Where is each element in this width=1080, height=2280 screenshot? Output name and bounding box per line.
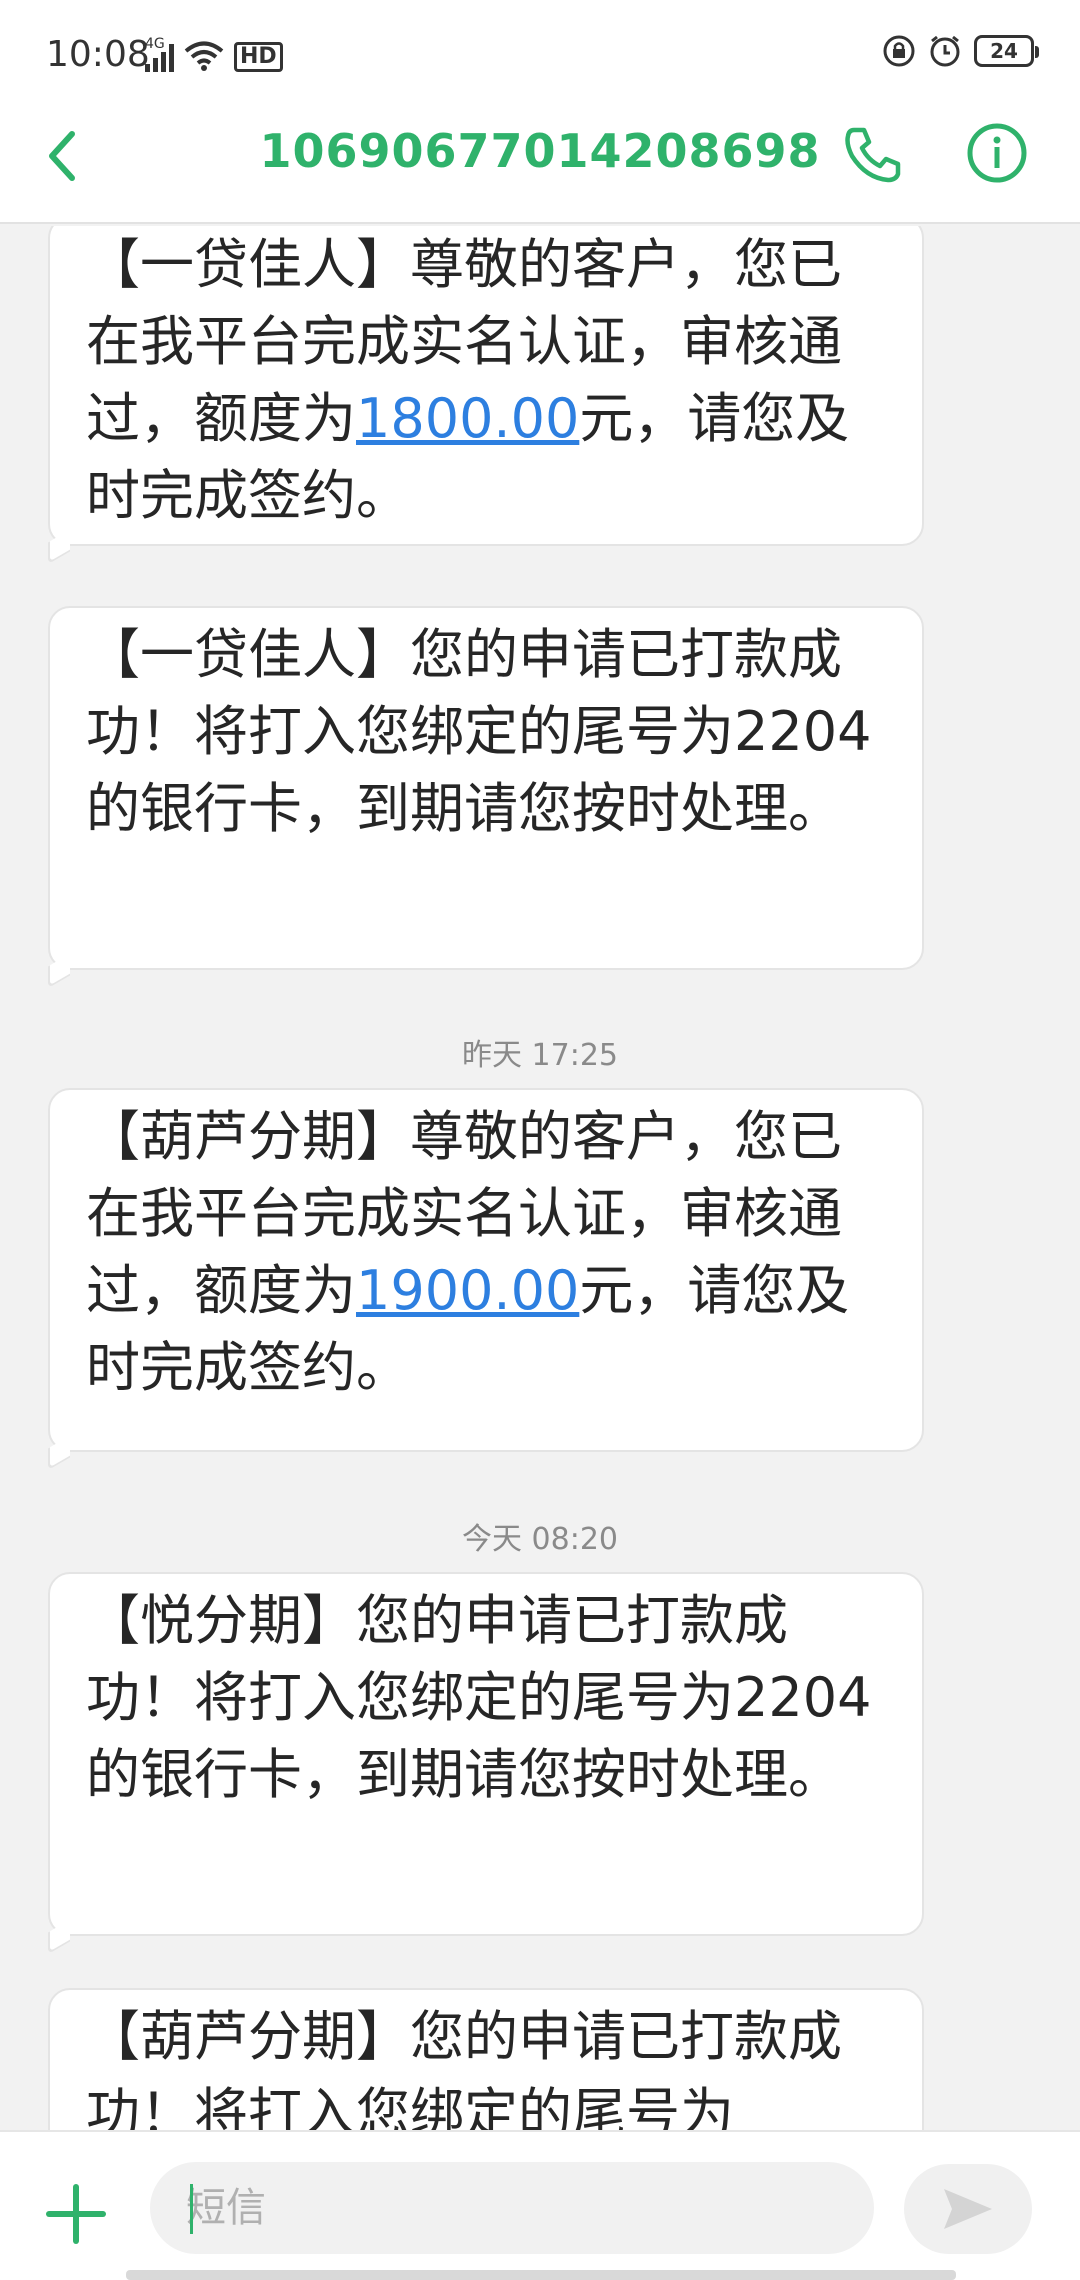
alarm-icon (930, 35, 960, 67)
send-icon (944, 2189, 992, 2229)
plus-icon[interactable] (46, 2184, 106, 2244)
message-bubble[interactable]: 【悦分期】您的申请已打款成功！将打入您绑定的尾号为2204的银行卡，到期请您按时… (48, 1572, 924, 1936)
timestamp-divider: 昨天 17:25 (462, 1038, 618, 1073)
message-amount-link[interactable]: 1800.00 (356, 387, 579, 450)
signal-icon: 4G (145, 36, 174, 72)
message-bubble[interactable]: 【一贷佳人】尊敬的客户，您已在我平台完成实名认证，审核通过，额度为1800.00… (48, 226, 924, 546)
timestamp-divider: 今天 08:20 (462, 1522, 618, 1557)
network-type-label: 4G (145, 36, 165, 52)
lock-rotation-icon (883, 35, 915, 67)
message-text: 【葫芦分期】您的申请已打款成功！将打入您绑定的尾号为 (86, 2005, 842, 2130)
status-bar: 10:08 4G HD 24 (0, 0, 1080, 100)
hd-voice-badge: HD (234, 42, 283, 72)
send-button[interactable] (904, 2164, 1032, 2254)
status-icons-left: 4G HD (145, 34, 283, 72)
message-bubble[interactable]: 【一贷佳人】您的申请已打款成功！将打入您绑定的尾号为2204的银行卡，到期请您按… (48, 606, 924, 970)
keyboard-edge (126, 2270, 956, 2280)
phone-icon[interactable] (840, 122, 906, 188)
battery-level: 24 (990, 39, 1018, 63)
message-text: 【悦分期】您的申请已打款成功！将打入您绑定的尾号为2204的银行卡，到期请您按时… (86, 1589, 872, 1806)
status-time: 10:08 (46, 34, 150, 75)
text-cursor (190, 2184, 193, 2234)
message-bubble[interactable]: 【葫芦分期】您的申请已打款成功！将打入您绑定的尾号为 (48, 1988, 924, 2130)
conversation-header: 10690677014208698 (0, 100, 1080, 224)
info-icon[interactable] (966, 122, 1028, 184)
message-bubble[interactable]: 【葫芦分期】尊敬的客户，您已在我平台完成实名认证，审核通过，额度为1900.00… (48, 1088, 924, 1452)
status-icons-right: 24 (882, 34, 1039, 68)
sender-number: 10690677014208698 (259, 124, 821, 178)
wifi-icon (184, 41, 224, 71)
compose-bar (0, 2130, 1080, 2280)
message-text: 【一贷佳人】您的申请已打款成功！将打入您绑定的尾号为2204的银行卡，到期请您按… (86, 623, 872, 840)
message-amount-link[interactable]: 1900.00 (356, 1259, 579, 1322)
battery-icon: 24 (974, 35, 1039, 67)
message-list[interactable]: 【一贷佳人】尊敬的客户，您已在我平台完成实名认证，审核通过，额度为1800.00… (0, 226, 1080, 2130)
message-input[interactable] (150, 2162, 874, 2254)
